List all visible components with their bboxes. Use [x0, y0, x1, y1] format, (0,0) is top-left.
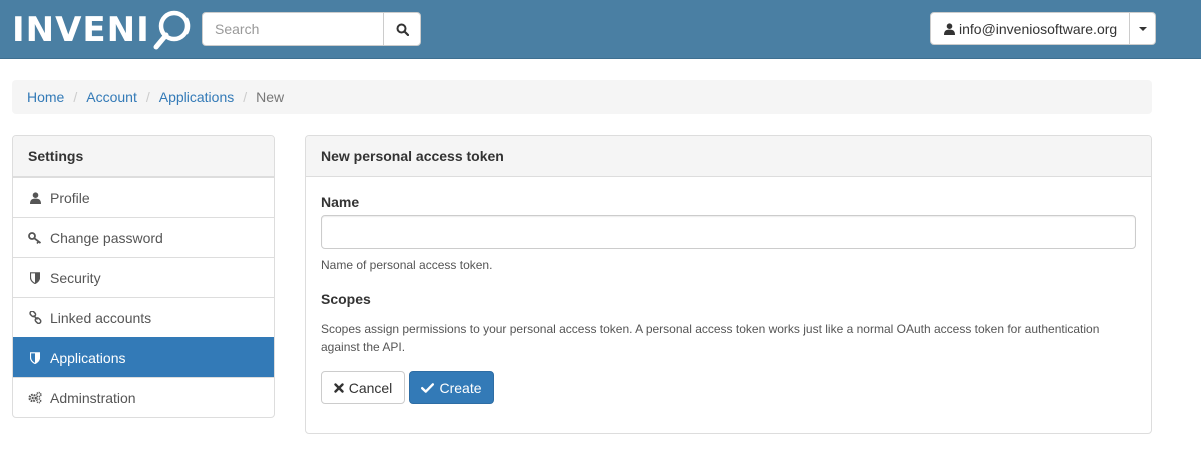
search-icon: [396, 23, 409, 36]
sidebar-item-label: Linked accounts: [50, 309, 152, 326]
sidebar-item-linked-accounts[interactable]: Linked accounts: [13, 297, 274, 337]
panel-title: New personal access token: [306, 136, 1151, 177]
name-label: Name: [321, 194, 360, 210]
breadcrumb: Home / Account / Applications / New: [12, 80, 1152, 114]
cancel-button[interactable]: Cancel: [321, 371, 405, 404]
sidebar-item-change-password[interactable]: Change password: [13, 217, 274, 257]
breadcrumb-separator: /: [243, 89, 248, 105]
check-icon: [421, 382, 435, 393]
user-menu-toggle[interactable]: [1130, 12, 1157, 45]
breadcrumb-account[interactable]: Account: [86, 89, 137, 105]
breadcrumb-home[interactable]: Home: [27, 89, 64, 105]
link-icon: [28, 311, 42, 325]
scopes-label: Scopes: [321, 291, 371, 307]
shield-icon: [28, 351, 42, 365]
cogs-icon: [28, 391, 42, 405]
caret-down-icon: [1138, 26, 1147, 31]
name-input[interactable]: [321, 215, 1136, 249]
navbar: INVENI info@inveniosoftware.org: [0, 0, 1201, 59]
breadcrumb-separator: /: [145, 89, 150, 105]
sidebar-item-label: Adminstration: [50, 389, 136, 406]
sidebar-item-applications[interactable]: Applications: [13, 337, 274, 377]
times-icon: [334, 382, 344, 393]
logo-text: INVENI: [12, 10, 150, 50]
create-button[interactable]: Create: [409, 371, 494, 404]
settings-sidebar: Settings Profile Change password Securit…: [12, 135, 275, 418]
user-menu: info@inveniosoftware.org: [930, 12, 1157, 45]
invenio-logo[interactable]: INVENI: [12, 10, 196, 50]
breadcrumb-applications[interactable]: Applications: [159, 89, 235, 105]
search-group: [202, 12, 421, 46]
breadcrumb-current: New: [256, 89, 285, 105]
sidebar-item-label: Change password: [50, 229, 163, 246]
sidebar-item-security[interactable]: Security: [13, 257, 274, 297]
scopes-help-text: Scopes assign permissions to your person…: [321, 322, 1100, 354]
key-icon: [28, 231, 42, 245]
search-button[interactable]: [383, 12, 421, 46]
breadcrumb-separator: /: [73, 89, 78, 105]
sidebar-item-label: Security: [50, 269, 101, 286]
user-icon: [28, 191, 42, 205]
sidebar-item-profile[interactable]: Profile: [13, 177, 274, 217]
user-account-button[interactable]: info@inveniosoftware.org: [930, 12, 1131, 45]
cancel-button-label: Cancel: [348, 379, 393, 396]
sidebar-item-label: Applications: [50, 349, 126, 366]
user-icon: [944, 22, 955, 35]
search-input[interactable]: [202, 12, 383, 46]
magnifier-logo-icon: [153, 10, 191, 50]
shield-icon: [28, 271, 42, 285]
user-email: info@inveniosoftware.org: [959, 20, 1118, 37]
sidebar-item-administration[interactable]: Adminstration: [13, 377, 274, 417]
sidebar-item-label: Profile: [50, 189, 90, 206]
new-token-panel: New personal access token Name Name of p…: [305, 135, 1152, 434]
create-button-label: Create: [439, 379, 482, 396]
sidebar-heading: Settings: [13, 136, 274, 177]
name-help-text: Name of personal access token.: [321, 258, 493, 272]
